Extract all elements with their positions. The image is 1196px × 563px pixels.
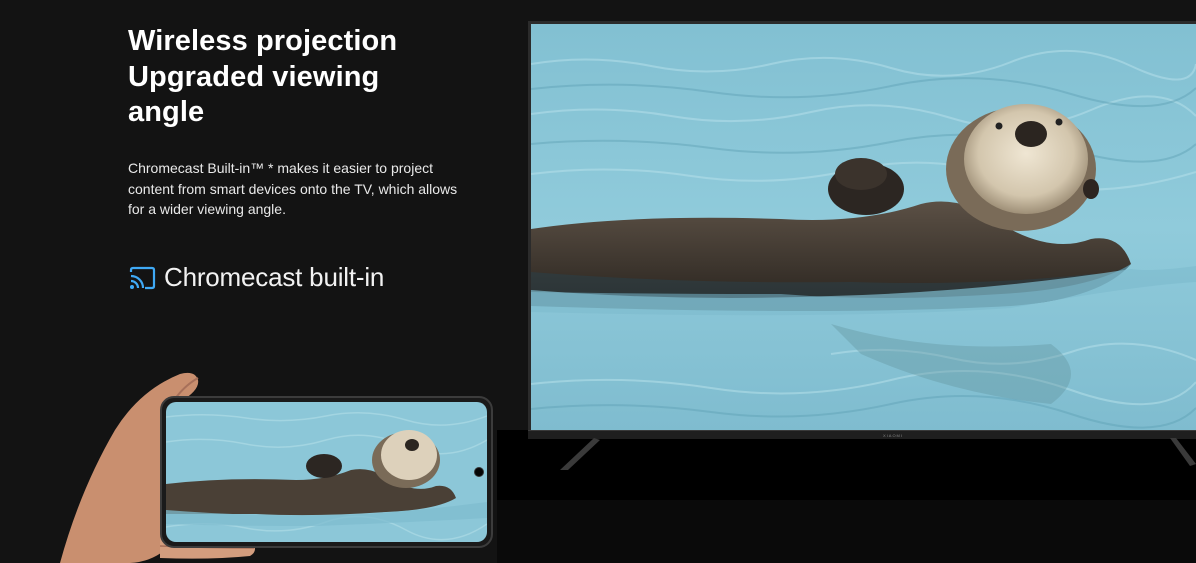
product-feature-section: Wireless projection Upgraded viewing ang… [0,0,1196,563]
tv-bottom-bezel: XIAOMI [528,430,1196,439]
tv-screen-image [531,24,1196,431]
cast-icon [129,266,156,289]
phone-otter-image [166,402,487,542]
phone-screen-image [166,402,487,542]
television: XIAOMI [528,21,1196,439]
tv-shelf [497,500,1196,563]
smartphone [160,396,493,548]
tv-left-leg [560,438,600,470]
otter-image [531,24,1196,431]
chromecast-badge: Chromecast built-in [128,262,384,293]
feature-description: Chromecast Built-in™ * makes it easier t… [128,160,458,217]
heading-line-3: angle [128,96,205,128]
feature-heading: Wireless projection Upgraded viewing ang… [128,24,458,131]
heading-line-2: Upgraded viewing [128,60,380,93]
tv-right-leg [1170,438,1196,466]
heading-line-1: Wireless projection [128,25,398,57]
chromecast-label: Chromecast built-in [164,262,385,292]
phone-camera [474,467,484,477]
tv-brand-logo: XIAOMI [883,433,904,438]
